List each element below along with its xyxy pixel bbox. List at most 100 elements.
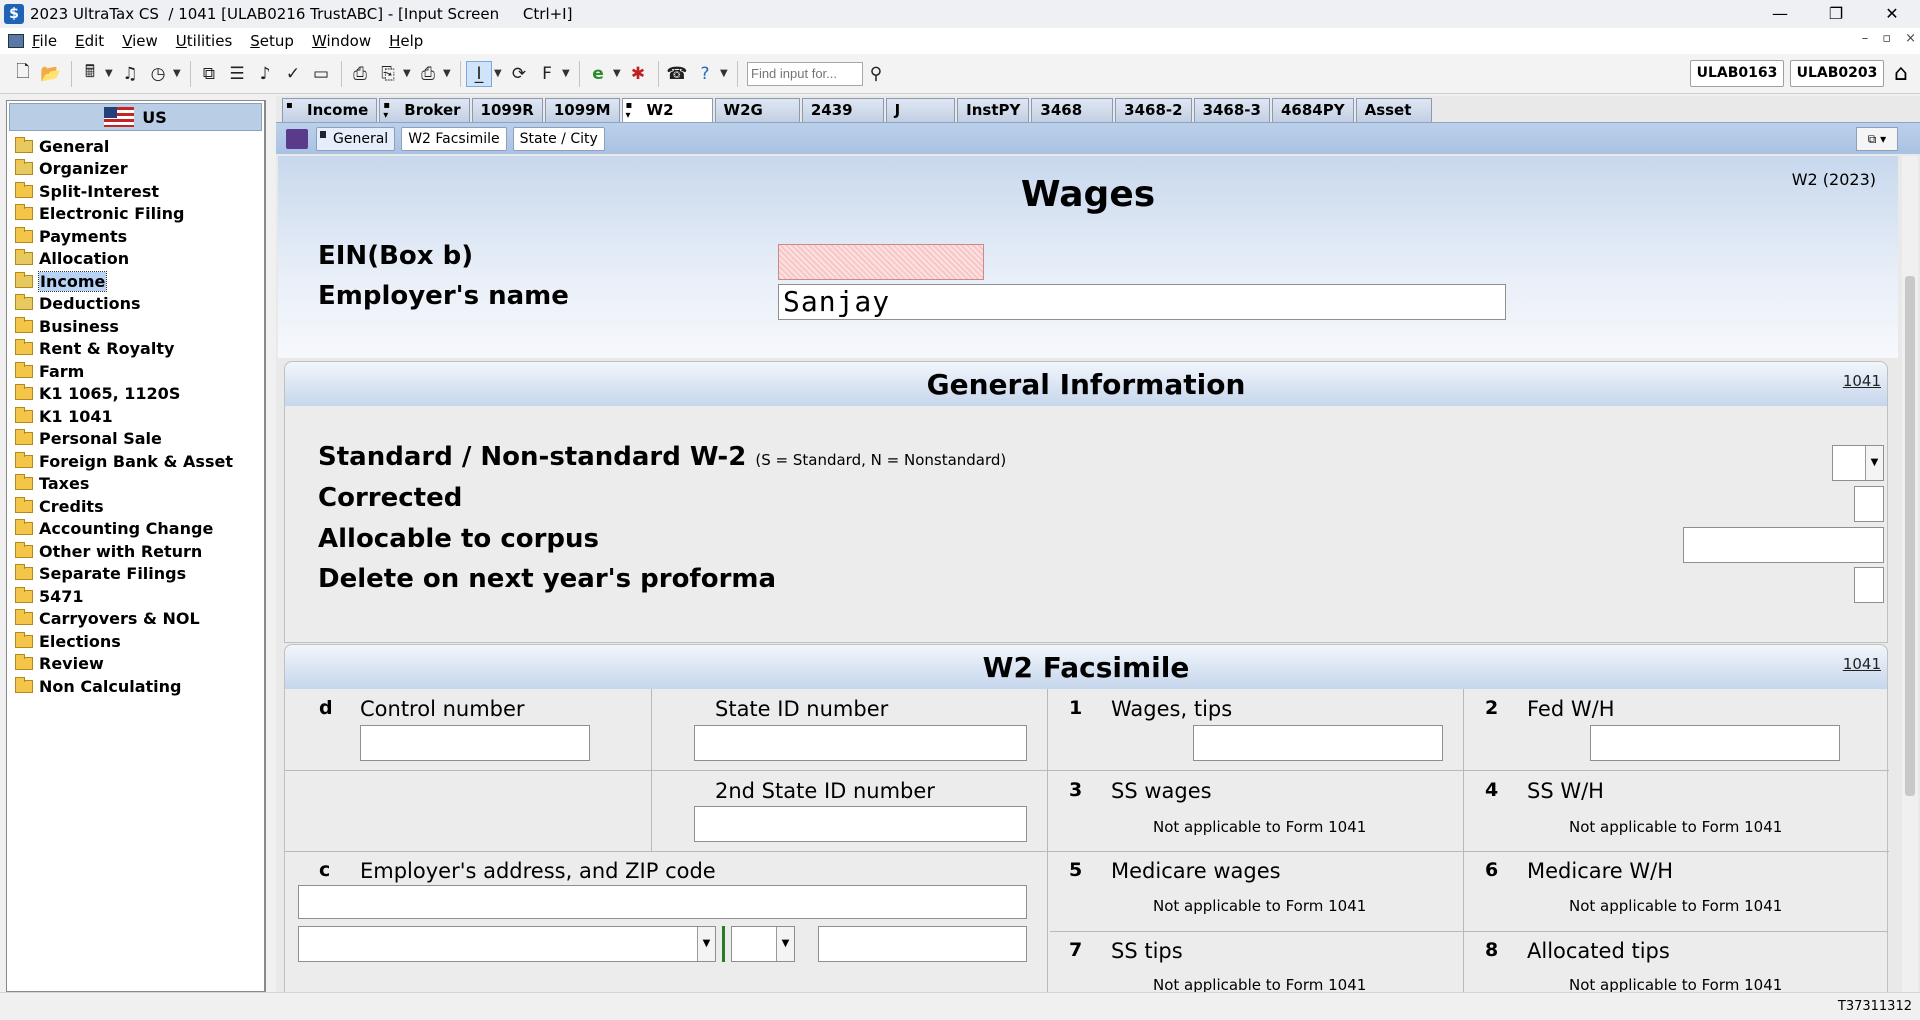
restore-button[interactable]: ❐ xyxy=(1808,0,1864,28)
input-mode-icon[interactable]: I̲ xyxy=(466,60,492,87)
calculator-icon[interactable]: 🖩 xyxy=(77,61,103,87)
sidebar-item-farm[interactable]: Farm xyxy=(7,360,264,383)
note-icon[interactable]: ♪ xyxy=(252,61,278,87)
subtab-state-city[interactable]: State / City xyxy=(512,126,605,151)
fed-wh-field[interactable] xyxy=(1590,725,1840,761)
corrected-field[interactable] xyxy=(1854,486,1884,522)
sidebar-item-foreign-bank-asset[interactable]: Foreign Bank & Asset xyxy=(7,450,264,473)
tab-w2[interactable]: ▪ ▾ W2 xyxy=(621,98,713,122)
state-id2-field[interactable] xyxy=(694,806,1027,842)
delete-proforma-field[interactable] xyxy=(1854,567,1884,603)
tab-3468[interactable]: 3468 xyxy=(1031,98,1114,122)
sidebar-item-payments[interactable]: Payments xyxy=(7,225,264,248)
client-button-ulab0203[interactable]: ULAB0203 xyxy=(1790,60,1884,87)
tab-4684py[interactable]: 4684PY xyxy=(1271,98,1354,122)
chevron-down-icon[interactable]: ▼ xyxy=(105,68,117,79)
menu-view[interactable]: View xyxy=(122,32,158,50)
client-button-ulab0163[interactable]: ULAB0163 xyxy=(1690,60,1784,87)
mdi-minimize-button[interactable]: – xyxy=(1862,31,1869,46)
general-information-1041-link[interactable]: 1041 xyxy=(1843,372,1881,390)
screen-options-icon[interactable]: ⧉ ▾ xyxy=(1856,127,1898,151)
wages-tips-field[interactable] xyxy=(1193,725,1443,761)
state-id-field[interactable] xyxy=(694,725,1027,761)
subtab-general[interactable]: General xyxy=(316,126,396,151)
chevron-down-icon[interactable]: ▼ xyxy=(720,68,732,79)
sidebar-item-other-with-return[interactable]: Other with Return xyxy=(7,540,264,563)
employer-address-field[interactable] xyxy=(298,885,1027,919)
print-batch-icon[interactable]: ⎙ xyxy=(415,61,441,87)
sidebar-header[interactable]: US xyxy=(9,103,262,131)
standard-w2-select[interactable]: ▼ xyxy=(1832,445,1884,481)
document-icon[interactable] xyxy=(8,34,24,48)
menu-file[interactable]: File xyxy=(32,32,57,50)
sidebar-item-5471[interactable]: 5471 xyxy=(7,585,264,608)
chevron-down-icon[interactable]: ▼ xyxy=(443,68,455,79)
mdi-close-button[interactable]: × xyxy=(1905,31,1916,46)
scrollbar-thumb[interactable] xyxy=(1905,276,1915,796)
copy-icon[interactable]: ⧉ xyxy=(196,61,222,87)
print-preview-icon[interactable]: ⎘ xyxy=(375,61,401,87)
tab-1099m[interactable]: 1099M xyxy=(544,98,620,122)
sidebar-item-carryovers-nol[interactable]: Carryovers & NOL xyxy=(7,608,264,631)
sidebar-item-k1-1041[interactable]: K1 1041 xyxy=(7,405,264,428)
sidebar-item-deductions[interactable]: Deductions xyxy=(7,293,264,316)
chevron-down-icon[interactable]: ▼ xyxy=(697,927,715,961)
tab-j[interactable]: J xyxy=(885,98,956,122)
sidebar-item-personal-sale[interactable]: Personal Sale xyxy=(7,428,264,451)
allocable-to-corpus-field[interactable] xyxy=(1683,527,1884,563)
sidebar-item-separate-filings[interactable]: Separate Filings xyxy=(7,563,264,586)
book-icon[interactable] xyxy=(286,128,308,149)
open-folder-icon[interactable]: 📂 xyxy=(38,61,64,87)
tab-broker[interactable]: ▪ ▾ Broker xyxy=(379,98,470,122)
employer-name-field[interactable]: Sanjay xyxy=(778,284,1506,320)
cycle-icon[interactable]: ⟳ xyxy=(506,61,532,87)
sidebar-item-business[interactable]: Business xyxy=(7,315,264,338)
chevron-down-icon[interactable]: ▼ xyxy=(403,68,415,79)
tab-instpy[interactable]: InstPY xyxy=(957,98,1030,122)
menu-setup[interactable]: Setup xyxy=(250,32,294,50)
employer-city-select[interactable]: ▼ xyxy=(298,926,716,962)
tab-3468-3[interactable]: 3468-3 xyxy=(1193,98,1270,122)
sidebar-item-k1-1065-1120s[interactable]: K1 1065, 1120S xyxy=(7,383,264,406)
sidebar-item-review[interactable]: Review xyxy=(7,653,264,676)
sidebar-item-credits[interactable]: Credits xyxy=(7,495,264,518)
menu-help[interactable]: Help xyxy=(389,32,423,50)
image-icon[interactable]: ▭ xyxy=(308,61,334,87)
find-help-icon[interactable]: ⚲ xyxy=(863,61,889,87)
chevron-down-icon[interactable]: ▼ xyxy=(494,68,506,79)
sidebar-item-electronic-filing[interactable]: Electronic Filing xyxy=(7,203,264,226)
control-number-field[interactable] xyxy=(360,725,590,761)
tab-3468-2[interactable]: 3468-2 xyxy=(1115,98,1192,122)
sidebar-item-non-calculating[interactable]: Non Calculating xyxy=(7,675,264,698)
find-input[interactable] xyxy=(747,61,863,86)
tab-2439[interactable]: 2439 xyxy=(801,98,884,122)
sidebar-item-allocation[interactable]: Allocation xyxy=(7,248,264,271)
menu-utilities[interactable]: Utilities xyxy=(176,32,232,50)
tab-1099r[interactable]: 1099R xyxy=(471,98,543,122)
timer-icon[interactable]: ◷ xyxy=(145,61,171,87)
help-icon[interactable]: ? xyxy=(692,61,718,87)
ein-field[interactable] xyxy=(778,244,984,280)
tab-income[interactable]: ▪ Income xyxy=(282,98,378,122)
sidebar-item-accounting-change[interactable]: Accounting Change xyxy=(7,518,264,541)
support-icon[interactable]: ☎ xyxy=(664,61,690,87)
tab-w2g[interactable]: W2G xyxy=(714,98,800,122)
vertical-scrollbar[interactable] xyxy=(1902,156,1918,992)
sidebar-item-general[interactable]: General xyxy=(7,135,264,158)
chevron-down-icon[interactable]: ▼ xyxy=(562,68,574,79)
employer-state-select[interactable]: ▼ xyxy=(731,926,795,962)
close-button[interactable]: ✕ xyxy=(1864,0,1920,28)
sidebar-item-organizer[interactable]: Organizer xyxy=(7,158,264,181)
form-view-icon[interactable]: F xyxy=(534,61,560,87)
bug-icon[interactable]: ✱ xyxy=(625,61,651,87)
w2-facsimile-1041-link[interactable]: 1041 xyxy=(1843,655,1881,673)
efile-icon[interactable]: e xyxy=(585,61,611,87)
menu-window[interactable]: Window xyxy=(312,32,371,50)
chevron-down-icon[interactable]: ▼ xyxy=(173,68,185,79)
check-icon[interactable]: ✓ xyxy=(280,61,306,87)
sidebar-item-split-interest[interactable]: Split-Interest xyxy=(7,180,264,203)
chevron-down-icon[interactable]: ▼ xyxy=(613,68,625,79)
sidebar-item-income[interactable]: Income xyxy=(7,270,264,293)
chevron-down-icon[interactable]: ▼ xyxy=(776,927,794,961)
subtab-w2-facsimile[interactable]: W2 Facsimile xyxy=(401,126,507,151)
